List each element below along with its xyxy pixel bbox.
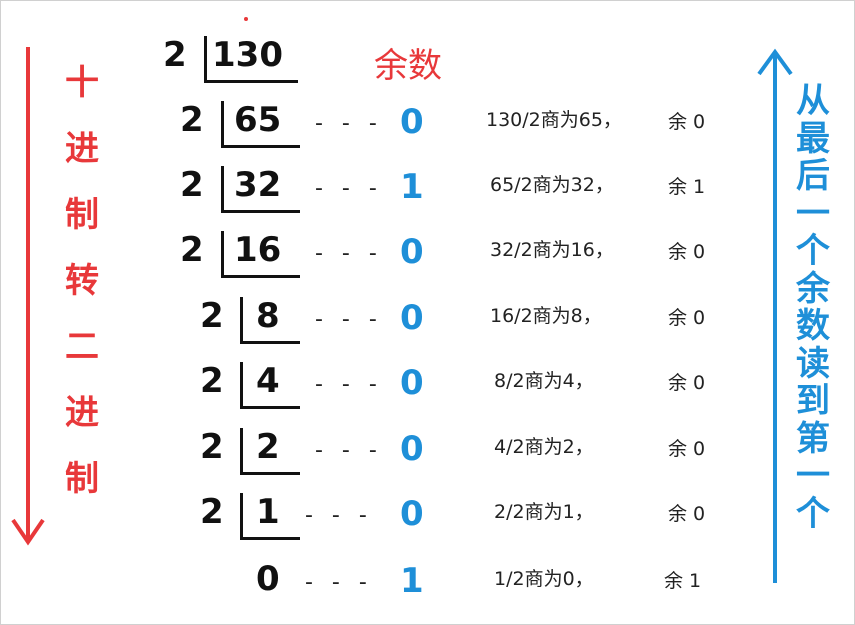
dash-leader: - - -: [305, 503, 373, 528]
step-note-remainder: 余 0: [668, 438, 706, 460]
step-note-remainder: 余 0: [668, 307, 706, 329]
step-note-quotient: 1/2商为0，: [494, 568, 594, 590]
left-label-char: 制: [65, 195, 99, 235]
right-label-char: 个: [796, 493, 830, 534]
divisor: 2: [200, 492, 224, 532]
left-label-char: 进: [65, 129, 99, 169]
division-bracket-horizontal: [240, 406, 300, 409]
remainder-header: 余数: [374, 46, 442, 86]
left-label-char: 转: [65, 261, 99, 301]
dividend: 4: [256, 361, 280, 401]
division-bracket-vertical: [240, 493, 243, 539]
remainder-value: 0: [400, 494, 424, 534]
divisor: 2: [163, 35, 187, 75]
step-note-quotient: 16/2商为8，: [490, 305, 602, 327]
divisor: 2: [180, 165, 204, 205]
left-label-char: 十: [65, 63, 99, 103]
red-dot: [244, 17, 248, 21]
dividend: 130: [212, 35, 283, 75]
division-bracket-vertical: [240, 428, 243, 474]
division-bracket-vertical: [221, 231, 224, 277]
division-bracket-horizontal: [221, 145, 300, 148]
dividend: 2: [256, 427, 280, 467]
division-bracket-vertical: [204, 36, 207, 82]
step-note-quotient: 32/2商为16，: [490, 239, 614, 261]
remainder-value: 0: [400, 429, 424, 469]
division-bracket-vertical: [221, 166, 224, 212]
step-note-remainder: 余 0: [668, 111, 706, 133]
division-bracket-vertical: [221, 101, 224, 147]
step-note-quotient: 130/2商为65，: [486, 109, 622, 131]
dash-leader: - - -: [305, 570, 373, 595]
divisor: 2: [200, 296, 224, 336]
step-note-remainder: 余 0: [668, 372, 706, 394]
dash-leader: - - -: [315, 307, 383, 332]
step-note-remainder: 余 0: [668, 503, 706, 525]
dividend: 8: [256, 296, 280, 336]
step-note-quotient: 65/2商为32，: [490, 174, 614, 196]
step-note-quotient: 8/2商为4，: [494, 370, 594, 392]
down-arrow-icon: [11, 47, 45, 546]
divisor: 2: [200, 361, 224, 401]
division-bracket-horizontal: [204, 80, 298, 83]
step-note-remainder: 余 1: [668, 176, 706, 198]
step-note-quotient: 4/2商为2，: [494, 436, 594, 458]
dividend: 0: [256, 559, 280, 599]
dividend: 32: [234, 165, 282, 205]
remainder-value: 0: [400, 232, 424, 272]
division-bracket-horizontal: [221, 275, 300, 278]
dash-leader: - - -: [315, 111, 383, 136]
left-label-char: 二: [65, 327, 99, 367]
dash-leader: - - -: [315, 176, 383, 201]
up-arrow-icon: [757, 48, 793, 583]
remainder-value: 1: [400, 167, 424, 207]
remainder-value: 0: [400, 363, 424, 403]
dividend: 65: [234, 100, 282, 140]
dividend: 16: [234, 230, 282, 270]
remainder-value: 0: [400, 298, 424, 338]
remainder-value: 1: [400, 561, 424, 601]
remainder-value: 0: [400, 102, 424, 142]
dash-leader: - - -: [315, 241, 383, 266]
division-bracket-vertical: [240, 362, 243, 408]
dash-leader: - - -: [315, 372, 383, 397]
division-bracket-horizontal: [221, 210, 300, 213]
division-bracket-horizontal: [240, 472, 300, 475]
division-bracket-horizontal: [240, 341, 300, 344]
left-label-char: 制: [65, 459, 99, 499]
division-bracket-vertical: [240, 297, 243, 343]
diagram-frame: [0, 0, 855, 625]
step-note-remainder: 余 0: [668, 241, 706, 263]
divisor: 2: [180, 230, 204, 270]
divisor: 2: [200, 427, 224, 467]
left-label-char: 进: [65, 393, 99, 433]
dash-leader: - - -: [315, 438, 383, 463]
division-bracket-horizontal: [240, 537, 300, 540]
divisor: 2: [180, 100, 204, 140]
step-note-remainder: 余 1: [664, 570, 702, 592]
dividend: 1: [256, 492, 280, 532]
step-note-quotient: 2/2商为1，: [494, 501, 594, 523]
